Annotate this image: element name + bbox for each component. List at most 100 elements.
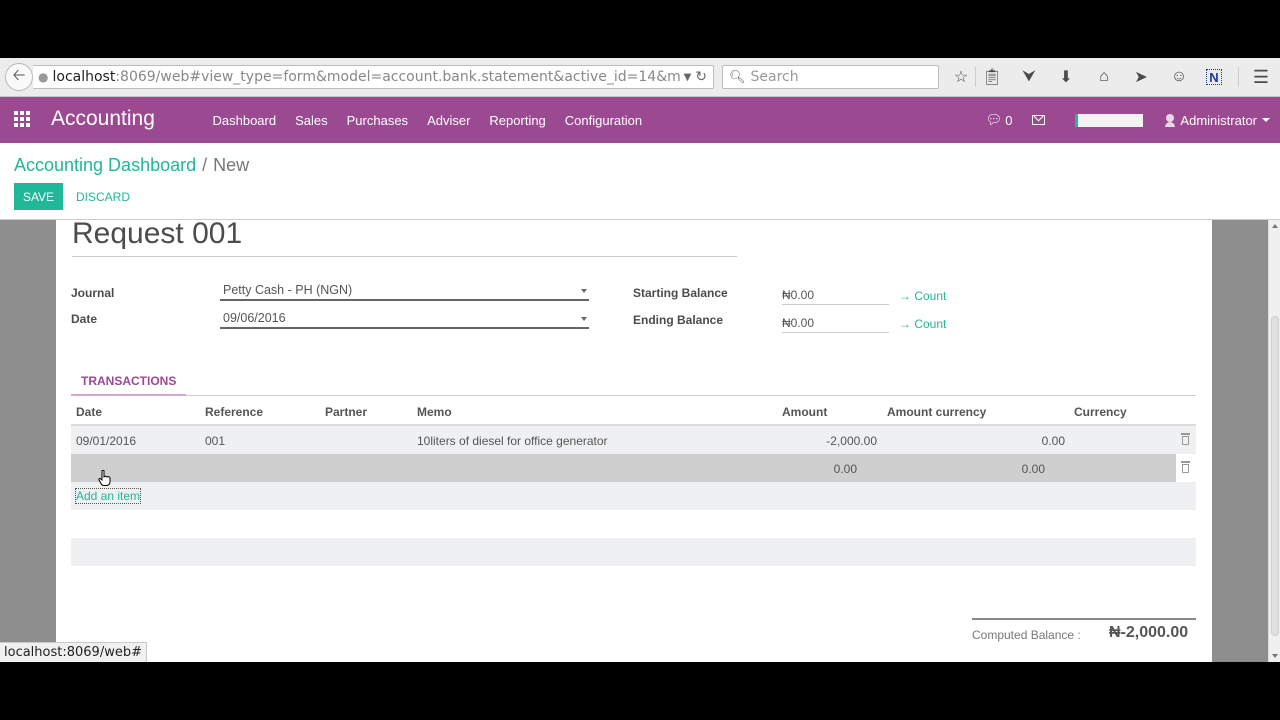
menu-sales[interactable]: Sales (286, 113, 338, 128)
cell-amount-currency[interactable]: 0.00 (1022, 462, 1045, 476)
star-icon[interactable]: ☆ (950, 66, 972, 88)
browser-toolbar: 🡠 ● localhost :8069/web#view_type=form&m… (0, 58, 1280, 97)
browser-search-input[interactable]: 🔍︎ Search (722, 65, 939, 89)
pocket-icon[interactable]: ⮟ (1018, 66, 1040, 88)
main-navbar: Accounting Dashboard Sales Purchases Adv… (0, 97, 1280, 143)
top-menu: Dashboard Sales Purchases Adviser Report… (203, 97, 652, 143)
transactions-table: Date Reference Partner Memo Amount Amoun… (71, 397, 1196, 510)
user-name: Administrator (1180, 112, 1257, 128)
breadcrumb-separator: / (202, 155, 208, 175)
table-header: Date Reference Partner Memo Amount Amoun… (71, 397, 1196, 426)
table-row[interactable]: 09/01/2016 001 10liters of diesel for of… (71, 426, 1196, 454)
toolbar-divider (975, 67, 976, 87)
ending-balance-label: Ending Balance (633, 313, 724, 327)
url-host: localhost (52, 69, 116, 85)
toolbar-divider (1238, 67, 1239, 87)
notebook-tabs: TRANSACTIONS (71, 368, 1196, 396)
message-count: 0 (1005, 112, 1013, 128)
url-path: :8069/web#view_type=form&model=account.b… (115, 69, 680, 85)
delete-row-icon[interactable] (1181, 433, 1190, 445)
send-icon[interactable]: ➤ (1130, 66, 1152, 88)
back-button[interactable]: 🡠 (5, 63, 33, 91)
home-icon[interactable]: ⌂ (1093, 66, 1115, 88)
menu-adviser[interactable]: Adviser (418, 113, 480, 128)
chat-bubble-icon: 💬︎ (985, 112, 1003, 127)
user-avatar-icon (1165, 113, 1176, 127)
messages-button[interactable]: 💬︎ 0 (986, 112, 1013, 128)
hand-cursor-icon (98, 470, 111, 486)
date-value: 09/06/2016 (223, 311, 286, 325)
arrow-left-icon: 🡠 (12, 66, 26, 84)
journal-select[interactable]: Petty Cash - PH (NGN) (220, 281, 589, 301)
computed-balance-label: Computed Balance : (972, 628, 1081, 642)
apps-grid-icon[interactable] (14, 111, 32, 127)
starting-balance-input[interactable]: ₦0.00 (782, 285, 889, 305)
cell-amount: -2,000.00 (826, 434, 877, 448)
starting-balance-label: Starting Balance (633, 286, 728, 300)
app-title: Accounting (51, 107, 155, 130)
delete-row-icon[interactable] (1181, 461, 1190, 473)
cell-memo: 10liters of diesel for office generator (417, 434, 608, 448)
address-bar[interactable]: ● localhost :8069/web#view_type=form&mod… (33, 65, 714, 89)
journal-value: Petty Cash - PH (NGN) (223, 283, 353, 297)
title-underline (72, 256, 737, 257)
column-amount[interactable]: Amount (782, 405, 827, 419)
caret-down-icon (1262, 118, 1270, 122)
download-icon[interactable]: ⬇ (1055, 66, 1077, 88)
column-memo[interactable]: Memo (417, 405, 452, 419)
menu-purchases[interactable]: Purchases (337, 113, 417, 128)
dropdown-arrow-icon (581, 289, 587, 293)
breadcrumb-current: New (213, 155, 250, 175)
column-date[interactable]: Date (76, 405, 102, 419)
scroll-up-icon[interactable] (1272, 224, 1278, 228)
reading-list-icon[interactable]: 📋︎ (981, 66, 1003, 88)
site-info-icon[interactable]: ● (38, 70, 48, 84)
tab-transactions[interactable]: TRANSACTIONS (71, 368, 186, 396)
user-menu[interactable]: Administrator (1165, 113, 1270, 128)
add-an-item-link[interactable]: Add an item (74, 488, 142, 504)
table-row-editing[interactable]: 0.00 0.00 (71, 454, 1196, 482)
column-amount-currency[interactable]: Amount currency (887, 405, 986, 419)
reload-icon[interactable]: ↻ (695, 69, 707, 85)
mail-icon[interactable] (1032, 115, 1046, 125)
ending-balance-input[interactable]: ₦0.00 (782, 313, 889, 333)
ending-balance-count-button[interactable]: → Count (899, 317, 946, 331)
date-label: Date (71, 312, 98, 326)
column-partner[interactable]: Partner (325, 405, 367, 419)
scrollbar-thumb[interactable] (1271, 316, 1279, 636)
history-dropdown-icon[interactable]: ▼ (684, 72, 692, 83)
cell-reference: 001 (205, 434, 226, 448)
menu-configuration[interactable]: Configuration (555, 113, 651, 128)
total-divider (972, 618, 1196, 620)
menu-reporting[interactable]: Reporting (480, 113, 555, 128)
cell-amount-currency: 0.00 (1041, 434, 1065, 448)
cell-amount[interactable]: 0.00 (834, 462, 857, 476)
loading-progress-bar (1075, 113, 1144, 127)
save-button[interactable]: SAVE (14, 183, 63, 210)
search-icon: 🔍︎ (729, 69, 746, 85)
status-bar-url: localhost:8069/web# (0, 642, 147, 662)
column-currency[interactable]: Currency (1074, 405, 1127, 419)
breadcrumb: Accounting Dashboard / New (14, 155, 249, 176)
browser-window: 🡠 ● localhost :8069/web#view_type=form&m… (0, 58, 1280, 662)
menu-dashboard[interactable]: Dashboard (203, 113, 286, 128)
vertical-scrollbar[interactable] (1268, 220, 1280, 662)
scroll-down-icon[interactable] (1272, 654, 1278, 658)
column-reference[interactable]: Reference (205, 405, 263, 419)
search-placeholder: Search (750, 69, 799, 85)
discard-button[interactable]: DISCARD (76, 183, 130, 210)
empty-table-row (71, 538, 1196, 566)
statement-name-field[interactable]: Request 001 (72, 217, 242, 251)
breadcrumb-accounting-dashboard[interactable]: Accounting Dashboard (14, 155, 196, 175)
dropdown-arrow-icon (581, 317, 587, 321)
navbar-systray: 💬︎ 0 Administrator (986, 97, 1280, 143)
hamburger-menu-icon[interactable]: ☰ (1250, 66, 1272, 88)
cell-date: 09/01/2016 (76, 434, 137, 448)
date-input[interactable]: 09/06/2016 (220, 309, 589, 329)
extension-n-icon[interactable]: N (1206, 69, 1222, 85)
add-item-row: Add an item (71, 482, 1196, 510)
chat-icon[interactable]: ☺ (1168, 66, 1190, 88)
starting-balance-count-button[interactable]: → Count (899, 289, 946, 303)
editing-row-bg (71, 454, 1176, 482)
control-panel: Accounting Dashboard / New SAVE DISCARD (0, 143, 1280, 220)
